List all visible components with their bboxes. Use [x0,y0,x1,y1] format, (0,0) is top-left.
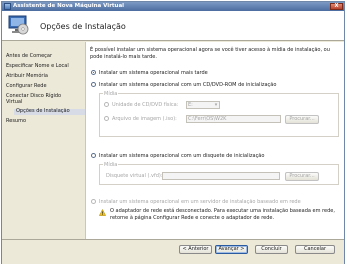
image-file-label: Arquivo de imagem (.iso): [112,116,177,122]
install-network-radio[interactable] [91,199,96,204]
floppy-browse-button[interactable]: Procurar... [285,172,319,181]
intro-text: É possível instalar um sistema operacion… [90,47,330,60]
nav-item-hard-disk-line2: Virtual [6,99,23,105]
finish-button[interactable]: Concluir [255,245,288,254]
nav-item-memory[interactable]: Atribuir Memória [6,73,48,80]
physical-drive-label: Unidade de CD/DVD física: [112,102,179,108]
install-network-label: Instalar um sistema operacional em um se… [99,199,301,205]
virtual-floppy-field[interactable] [162,172,280,180]
network-warning-text: O adaptador de rede está desconectado. P… [110,208,335,221]
image-file-field[interactable]: C:\Ferr\OS\W2K [186,115,281,123]
install-media-icon [8,15,29,35]
install-cd-label[interactable]: Instalar um sistema operacional com um C… [99,82,276,88]
content-panel: É possível instalar um sistema operacion… [85,42,344,239]
floppy-media-legend: Mídia [103,162,119,168]
nav-item-network[interactable]: Configurar Rede [6,83,47,90]
chevron-down-icon[interactable]: ▾ [213,102,219,108]
next-button[interactable]: Avançar > [215,245,248,254]
nav-item-installation-options[interactable]: Opções de Instalação [14,108,85,115]
nav-item-summary[interactable]: Resumo [6,118,26,125]
install-cd-radio[interactable] [91,82,96,87]
wizard-window: Assistente de Nova Máquina Virtual X Opç… [1,1,345,264]
install-floppy-label[interactable]: Instalar um sistema operacional com um d… [99,153,264,159]
install-floppy-radio[interactable] [91,153,96,158]
nav-item-before-you-begin[interactable]: Antes de Começar [6,53,52,60]
window-title: Assistente de Nova Máquina Virtual [13,3,125,9]
title-bar: Assistente de Nova Máquina Virtual X [2,2,344,11]
previous-button[interactable]: < Anterior [179,245,212,254]
cd-media-legend: Mídia [103,91,119,97]
physical-drive-radio[interactable] [104,102,109,107]
cd-browse-button[interactable]: Procurar... [285,115,319,124]
virtual-floppy-label: Disquete virtual (.vfd): [106,173,163,179]
install-later-radio[interactable] [91,70,96,75]
warning-icon [99,209,106,216]
close-button[interactable]: X [330,3,343,10]
nav-item-name-location[interactable]: Especificar Nome e Local [6,63,69,70]
cancel-button[interactable]: Cancelar [295,245,335,254]
install-later-label[interactable]: Instalar um sistema operacional mais tar… [99,70,208,76]
wizard-footer: < Anterior Avançar > Concluir Cancelar [2,239,344,264]
wizard-header: Opções de Instalação [2,11,344,41]
page-title: Opções de Instalação [40,22,126,31]
wizard-steps: Antes de Começar Especificar Nome e Loca… [2,42,85,239]
virtual-machine-icon [4,3,11,10]
image-file-radio[interactable] [104,116,109,121]
